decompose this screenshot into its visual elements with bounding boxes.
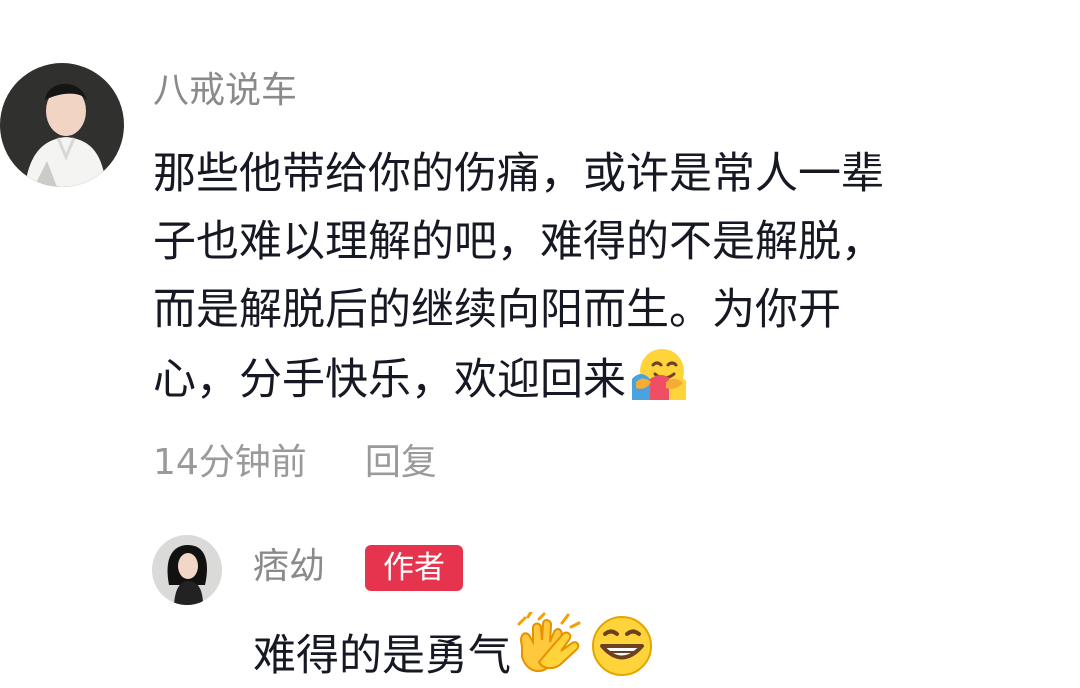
comment-time: 14分钟前 (153, 442, 307, 483)
comment-line-3: 而是解脱后的继续向阳而生。为你开 (153, 285, 841, 335)
commenter-name[interactable]: 八戒说车 (153, 69, 297, 113)
comment-line-1: 那些他带给你的伤痛，或许是常人一辈 (153, 149, 884, 199)
author-name[interactable]: 痞幼 (253, 545, 325, 589)
comment-body: 那些他带给你的伤痛，或许是常人一辈 子也难以理解的吧，难得的不是解脱， 而是解脱… (153, 140, 1058, 414)
comment-meta: 14分钟前 回复 (153, 441, 437, 485)
clapping-hands-icon (511, 612, 587, 678)
comment-thread: 八戒说车 那些他带给你的伤痛，或许是常人一辈 子也难以理解的吧，难得的不是解脱，… (0, 0, 1080, 684)
author-reply-text: 难得的是勇气 (253, 631, 511, 681)
author-avatar[interactable] (152, 535, 222, 605)
author-reply-body: 难得的是勇气 (253, 612, 657, 688)
hugging-face-icon (626, 344, 690, 402)
comment-line-2: 子也难以理解的吧，难得的不是解脱， (153, 217, 884, 267)
author-badge: 作者 (365, 545, 463, 591)
reply-button[interactable]: 回复 (365, 442, 437, 483)
comment-line-4-text: 心，分手快乐，欢迎回来 (153, 355, 626, 405)
comment-line-4: 心，分手快乐，欢迎回来 (153, 344, 1058, 414)
commenter-avatar[interactable] (0, 63, 124, 187)
grinning-face-icon (587, 614, 657, 678)
